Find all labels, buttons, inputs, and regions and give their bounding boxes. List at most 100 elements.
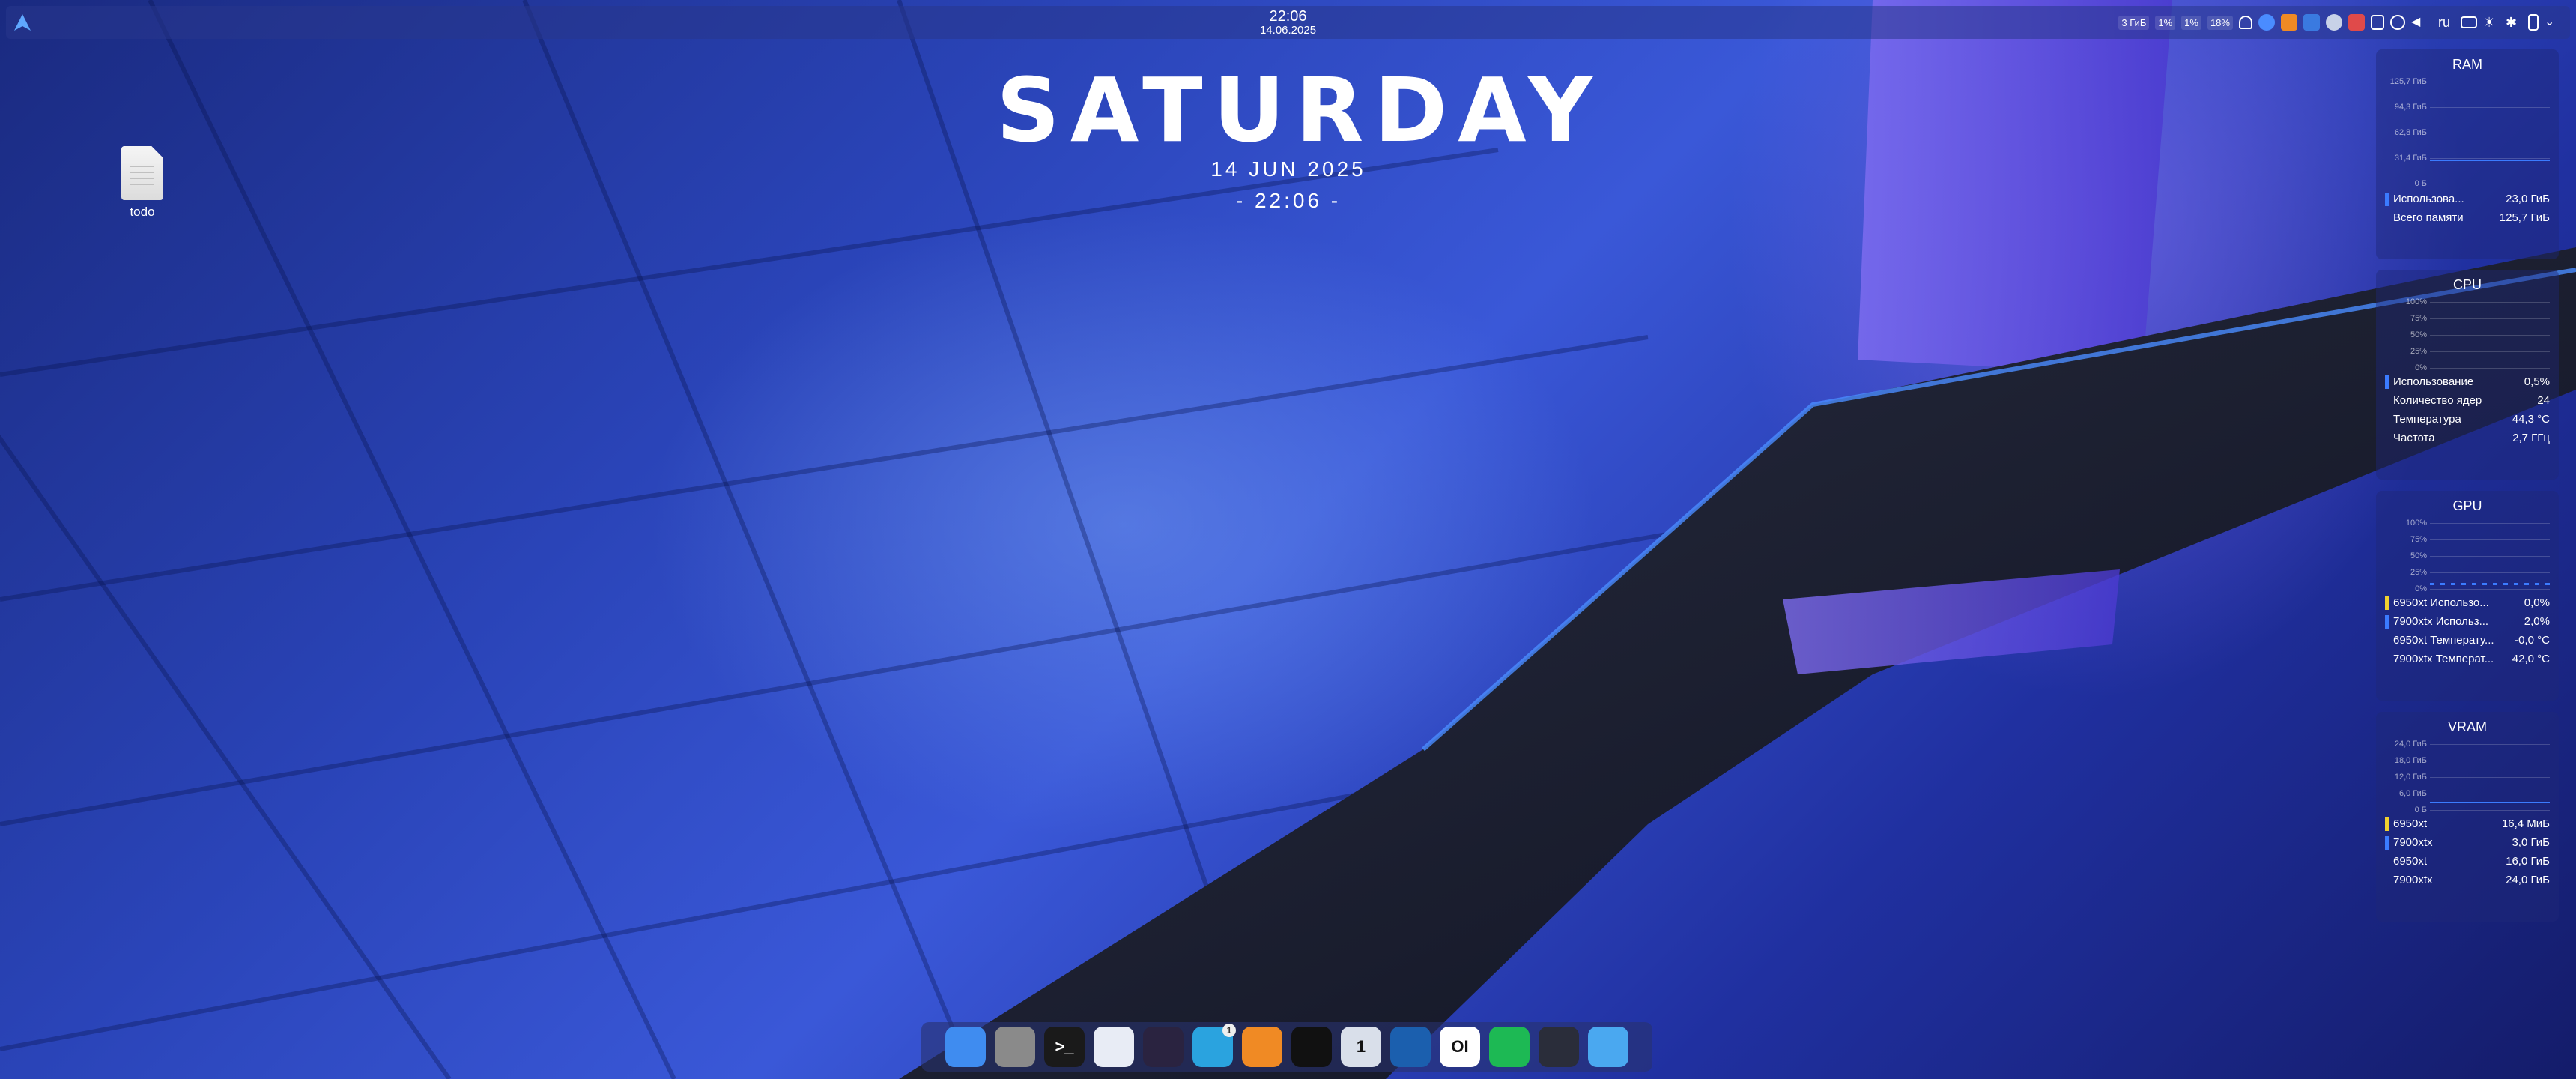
- clipboard-icon[interactable]: [2370, 15, 2384, 30]
- axis-label: 24,0 ГиБ: [2385, 740, 2550, 749]
- arch-logo-icon: [14, 14, 31, 31]
- chrome-tray-icon[interactable]: [2258, 14, 2275, 31]
- cpu-monitor-1[interactable]: 1%: [2155, 15, 2176, 30]
- 1password-app-icon[interactable]: 1: [1341, 1027, 1381, 1067]
- bell-icon[interactable]: [2238, 16, 2252, 29]
- cpu-title: CPU: [2452, 277, 2482, 292]
- stat-row: Всего памяти 125,7 ГиБ: [2393, 211, 2550, 224]
- gpu-widget: GPU 100% 75% 50% 25% 0% 6950xt Использо.…: [2376, 491, 2559, 701]
- axis-label: 18,0 ГиБ: [2385, 756, 2550, 765]
- ram-usage-line: [2430, 160, 2550, 161]
- clock-day: SATURDAY: [996, 58, 1603, 162]
- orange-tray-icon[interactable]: [2280, 14, 2297, 31]
- app-icon-glyph: >_: [1055, 1037, 1074, 1056]
- stat-row: Использова... 23,0 ГиБ: [2385, 190, 2550, 208]
- stat-row: 6950xt Температу... -0,0 °C: [2393, 634, 2550, 647]
- stat-row: Использование 0,5%: [2385, 372, 2550, 391]
- axis-label: 50%: [2385, 330, 2550, 339]
- desktop-file-todo[interactable]: todo: [112, 146, 172, 220]
- ram-graph: 125,7 ГиБ 94,3 ГиБ 62,8 ГиБ 31,4 ГиБ 0 Б: [2385, 77, 2550, 190]
- stat-row: 7900xtx 3,0 ГиБ: [2385, 833, 2550, 852]
- terminal-app-icon[interactable]: >_: [1044, 1027, 1085, 1067]
- axis-label: 0%: [2385, 363, 2550, 372]
- vram-usage-line: [2430, 802, 2550, 803]
- stat-row: Частота 2,7 ГГц: [2393, 432, 2550, 444]
- axis-label: 94,3 ГиБ: [2385, 103, 2550, 112]
- game-app-icon[interactable]: [1539, 1027, 1579, 1067]
- clock-date: 14 JUN 2025: [1210, 157, 1366, 181]
- keyboard-icon[interactable]: [2461, 16, 2477, 28]
- axis-label: 31,4 ГиБ: [2385, 154, 2550, 163]
- steam-tray-icon[interactable]: [2325, 14, 2342, 31]
- bluetooth-icon[interactable]: ✱: [2506, 14, 2522, 31]
- keyboard-layout-indicator[interactable]: ru: [2438, 15, 2450, 31]
- ollama-app-icon[interactable]: OI: [1440, 1027, 1480, 1067]
- chromium-app-icon[interactable]: [1094, 1027, 1134, 1067]
- notification-badge: 1: [1222, 1024, 1236, 1037]
- axis-label: 0 Б: [2385, 806, 2550, 814]
- axis-label: 125,7 ГиБ: [2385, 77, 2550, 86]
- app-icon-glyph: OI: [1451, 1037, 1469, 1056]
- axis-label: 0 Б: [2385, 179, 2550, 188]
- top-panel: 22:06 14.06.2025 3 ГиБ 1% 1% 18% ◀ ru ☀ …: [6, 6, 2570, 39]
- axis-label: 75%: [2385, 535, 2550, 544]
- cpu-graph: 100% 75% 50% 25% 0%: [2385, 297, 2550, 372]
- box-app-icon[interactable]: [1291, 1027, 1332, 1067]
- finder-app-icon[interactable]: [945, 1027, 986, 1067]
- gpu-activity-line: [2430, 583, 2550, 585]
- axis-label: 75%: [2385, 314, 2550, 323]
- stat-row: 7900xtx 24,0 ГиБ: [2393, 874, 2550, 886]
- vram-title: VRAM: [2447, 719, 2487, 734]
- brightness-icon[interactable]: ☀: [2483, 14, 2500, 31]
- system-settings-app-icon[interactable]: [995, 1027, 1035, 1067]
- axis-label: 0%: [2385, 584, 2550, 593]
- axis-label: 25%: [2385, 347, 2550, 356]
- spotify-app-icon[interactable]: [1489, 1027, 1530, 1067]
- volume-icon[interactable]: ◀: [2411, 14, 2428, 31]
- plane-app-icon[interactable]: [1588, 1027, 1628, 1067]
- system-tray: 3 ГиБ 1% 1% 18% ◀ ru ☀ ✱ ⌄: [2118, 14, 2570, 31]
- orange-app-icon[interactable]: [1242, 1027, 1282, 1067]
- calendar-tray-icon[interactable]: [2348, 14, 2365, 31]
- axis-label: 50%: [2385, 551, 2550, 560]
- cpu-monitor-2[interactable]: 1%: [2181, 15, 2201, 30]
- dock: >_ 1 1 OI: [921, 1022, 1652, 1072]
- steam-app-icon[interactable]: [1390, 1027, 1431, 1067]
- axis-label: 62,8 ГиБ: [2385, 128, 2550, 137]
- battery-icon[interactable]: [2528, 14, 2539, 31]
- cpu-widget: CPU 100% 75% 50% 25% 0% Использование 0,5…: [2376, 270, 2559, 480]
- vram-widget: VRAM 24,0 ГиБ 18,0 ГиБ 12,0 ГиБ 6,0 ГиБ …: [2376, 712, 2559, 922]
- axis-label: 100%: [2385, 297, 2550, 306]
- axis-label: 25%: [2385, 568, 2550, 577]
- telegram-app-icon[interactable]: 1: [1192, 1024, 1236, 1067]
- clock-time: - 22:06 -: [1235, 189, 1342, 212]
- axis-label: 100%: [2385, 519, 2550, 528]
- panel-clock[interactable]: 22:06 14.06.2025: [1259, 7, 1317, 37]
- panel-date: 14.06.2025: [1259, 23, 1317, 37]
- obsidian-app-icon[interactable]: [1143, 1027, 1184, 1067]
- text-file-icon: [121, 146, 163, 200]
- axis-label: 6,0 ГиБ: [2385, 789, 2550, 798]
- stat-row: 6950xt 16,4 МиБ: [2385, 814, 2550, 833]
- desktop-file-label: todo: [130, 205, 155, 219]
- vram-graph: 24,0 ГиБ 18,0 ГиБ 12,0 ГиБ 6,0 ГиБ 0 Б: [2385, 740, 2550, 814]
- app-tray-icon[interactable]: [2303, 14, 2320, 31]
- app-launcher-button[interactable]: [6, 6, 39, 39]
- ram-widget: RAM 125,7 ГиБ 94,3 ГиБ 62,8 ГиБ 31,4 ГиБ…: [2376, 49, 2559, 259]
- stat-row: Количество ядер 24: [2393, 394, 2550, 407]
- axis-label: 12,0 ГиБ: [2385, 773, 2550, 782]
- stat-row: 6950xt Использо... 0,0%: [2385, 593, 2550, 612]
- panel-time: 22:06: [1269, 7, 1307, 25]
- stat-row: 7900xtx Использ... 2,0%: [2385, 612, 2550, 631]
- memory-monitor[interactable]: 3 ГиБ: [2118, 15, 2150, 30]
- chevron-down-icon[interactable]: ⌄: [2545, 14, 2561, 31]
- stat-row: 6950xt 16,0 ГиБ: [2393, 855, 2550, 868]
- cpu-monitor-3[interactable]: 18%: [2207, 15, 2233, 30]
- gpu-graph: 100% 75% 50% 25% 0%: [2385, 519, 2550, 593]
- app-icon-glyph: 1: [1356, 1037, 1366, 1056]
- ram-title: RAM: [2452, 57, 2482, 72]
- stat-row: 7900xtx Температ... 42,0 °C: [2393, 653, 2550, 665]
- stat-row: Температура 44,3 °C: [2393, 413, 2550, 426]
- gpu-title: GPU: [2452, 498, 2482, 513]
- media-play-icon[interactable]: [2389, 15, 2405, 30]
